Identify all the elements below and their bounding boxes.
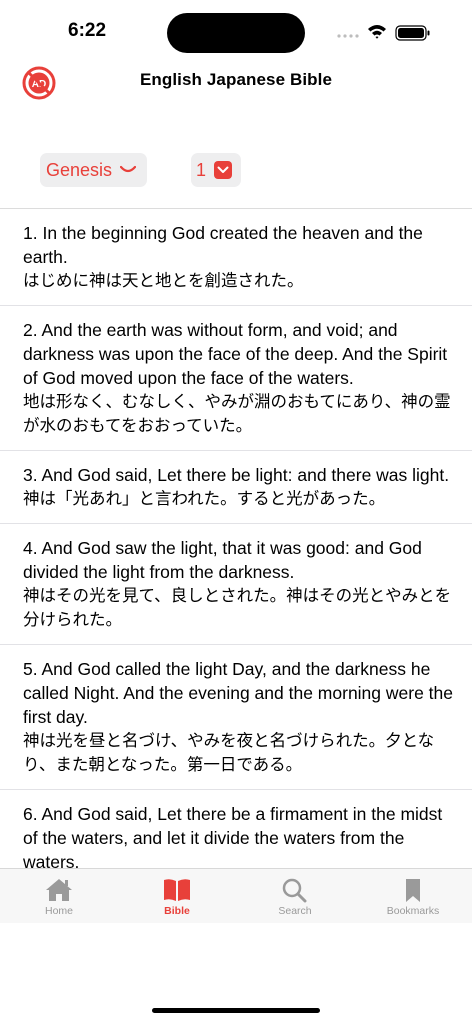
tab-bible-label: Bible	[164, 905, 190, 917]
verse-item[interactable]: 4. And God saw the light, that it was go…	[0, 524, 472, 645]
verse-japanese: 神はその光を見て、良しとされた。神はその光とやみとを分けられた。	[23, 586, 452, 629]
book-icon	[164, 879, 190, 901]
verse-item[interactable]: 1. In the beginning God created the heav…	[0, 209, 472, 306]
tab-bar: Home Bible Search Bookmarks	[0, 868, 472, 923]
verse-item[interactable]: 6. And God said, Let there be a firmamen…	[0, 790, 472, 869]
bookmark-icon	[406, 879, 420, 902]
book-selector-label: Genesis	[46, 159, 113, 180]
status-time: 6:22	[68, 20, 107, 41]
verse-japanese: はじめに神は天と地とを創造された。	[23, 271, 304, 290]
chapter-selector[interactable]: 1	[191, 153, 241, 187]
verse-list[interactable]: 1. In the beginning God created the heav…	[0, 208, 472, 869]
home-icon	[46, 879, 72, 901]
verse-english: 3. And God said, Let there be light: and…	[23, 465, 450, 485]
tab-home-label: Home	[44, 905, 73, 917]
home-indicator	[152, 1008, 320, 1013]
verse-english: 2. And the earth was without form, and v…	[23, 320, 448, 388]
verse-english: 6. And God said, Let there be a firmamen…	[23, 804, 443, 869]
tab-bookmarks-label: Bookmarks	[386, 905, 440, 917]
tab-bookmarks[interactable]: Bookmarks	[354, 869, 472, 923]
status-icons	[336, 22, 436, 42]
verse-english: 1. In the beginning God created the heav…	[23, 223, 423, 267]
status-bar: 6:22	[0, 0, 472, 60]
search-icon	[282, 878, 307, 903]
tab-bible[interactable]: Bible	[118, 869, 236, 923]
chevron-down-icon	[214, 161, 233, 179]
verse-item[interactable]: 5. And God called the light Day, and the…	[0, 645, 472, 790]
verse-item[interactable]: 3. And God said, Let there be light: and…	[0, 451, 472, 524]
tab-home[interactable]: Home	[0, 869, 118, 923]
tab-search-label: Search	[278, 905, 312, 917]
chapter-selector-label: 1	[196, 159, 207, 180]
chevron-down-icon	[120, 165, 137, 173]
page-title: English Japanese Bible	[139, 70, 333, 89]
tab-search[interactable]: Search	[236, 869, 354, 923]
verse-japanese: 神は「光あれ」と言われた。すると光があった。	[23, 489, 386, 508]
verse-japanese: 神は光を昼と名づけ、やみを夜と名づけられた。夕となり、また朝となった。第一日であ…	[23, 731, 435, 774]
dynamic-island	[167, 13, 305, 53]
verse-japanese: 地は形なく、むなしく、やみが淵のおもてにあり、神の霊が水のおもてをおおっていた。	[23, 392, 451, 435]
verse-english: 5. And God called the light Day, and the…	[23, 659, 454, 727]
verse-item[interactable]: 2. And the earth was without form, and v…	[0, 306, 472, 451]
verse-english: 4. And God saw the light, that it was go…	[23, 538, 422, 582]
book-selector[interactable]: Genesis	[40, 153, 147, 187]
signal-wifi-battery-icon	[337, 25, 430, 41]
